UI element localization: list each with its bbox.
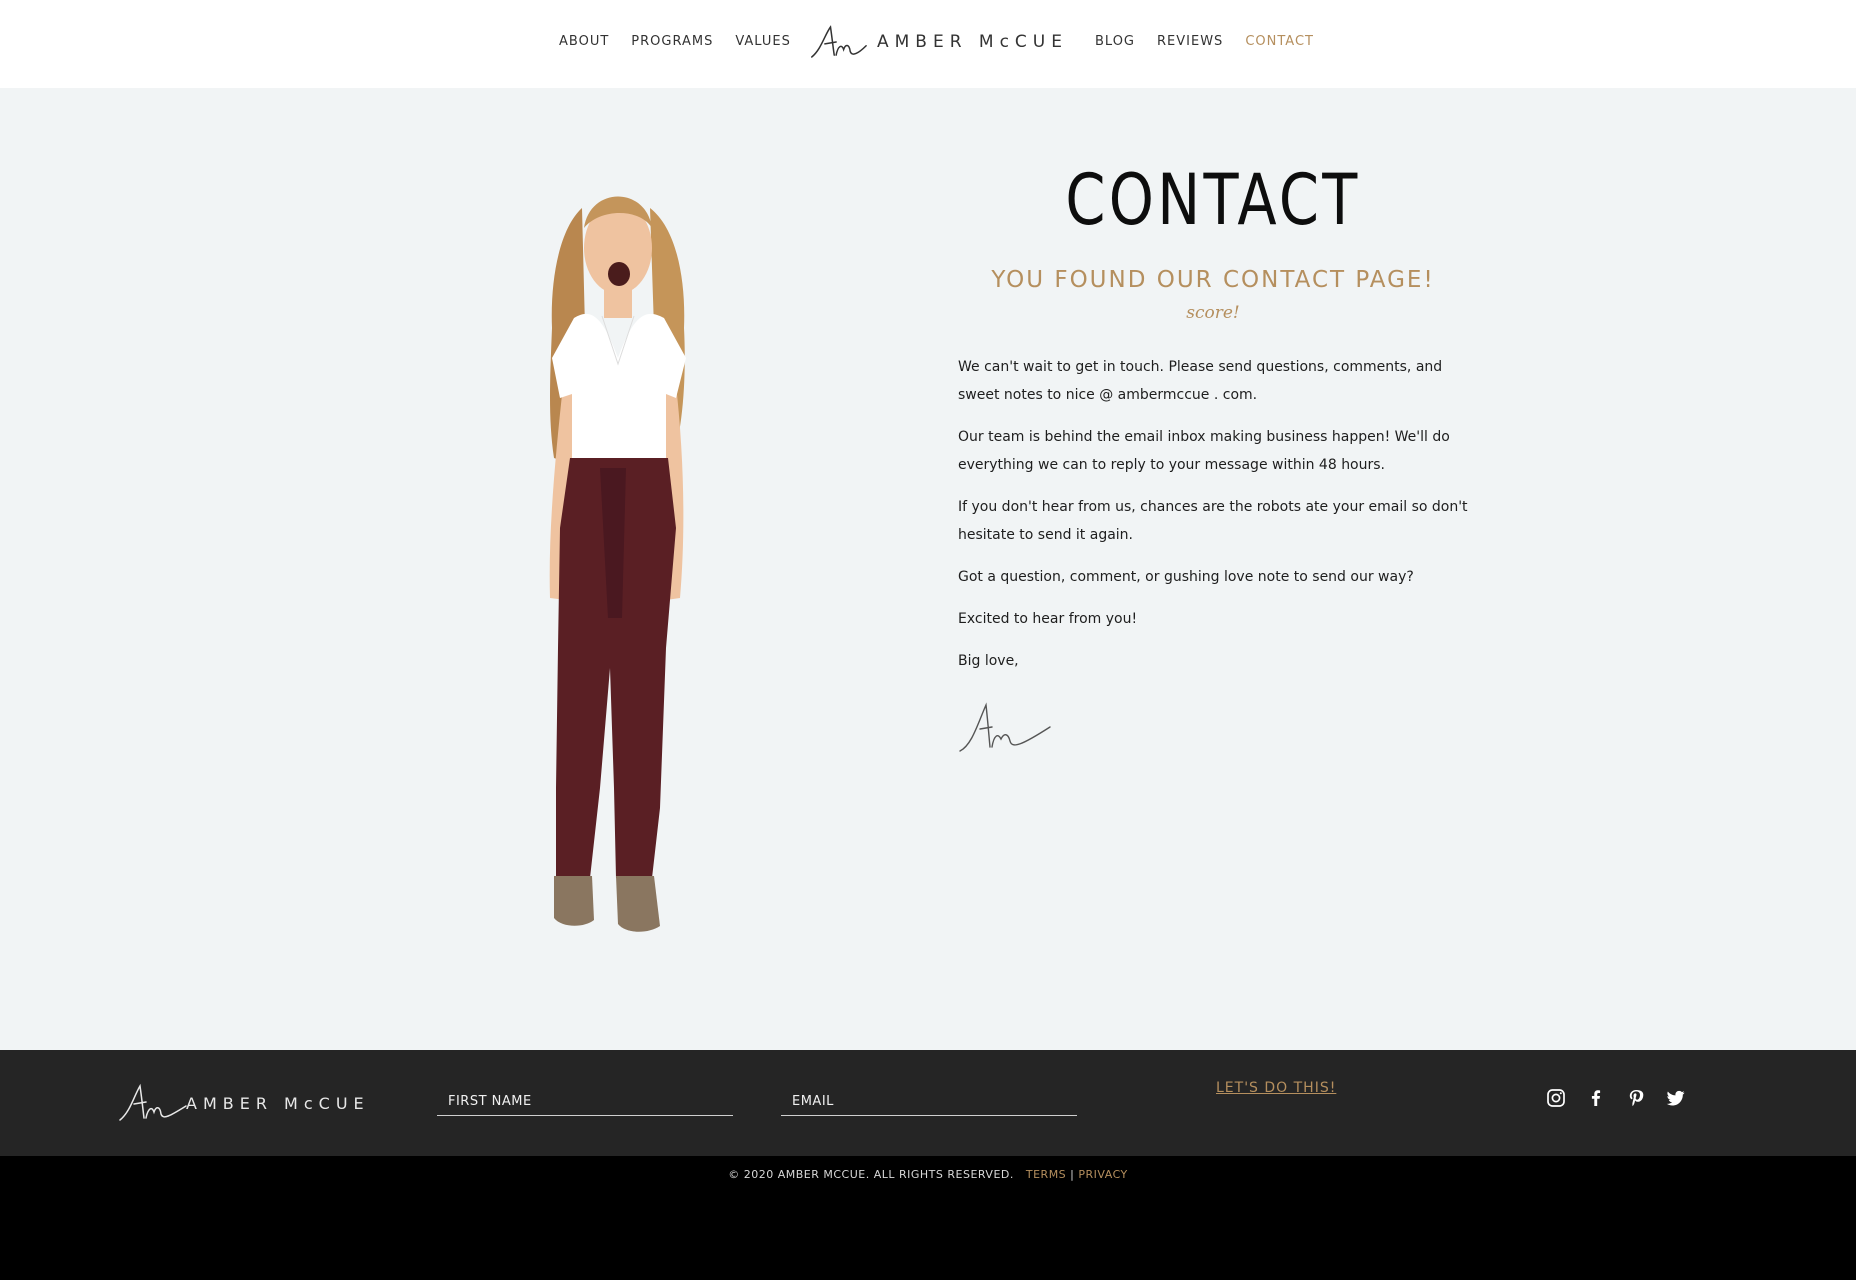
bottom-bar: © 2020 AMBER MCCUE. ALL RIGHTS RESERVED.…	[0, 1156, 1856, 1280]
site-footer: AMBER McCUE LET'S DO THIS!	[0, 1050, 1856, 1156]
am-monogram-icon	[811, 25, 867, 58]
portrait-photo	[549, 196, 686, 932]
site-logo[interactable]: AMBER McCUE	[808, 20, 1068, 64]
instagram-icon[interactable]	[1546, 1088, 1566, 1108]
link-separator: |	[1070, 1168, 1075, 1181]
footer-logo[interactable]: AMBER McCUE	[118, 1082, 370, 1124]
paragraph: Our team is behind the email inbox makin…	[958, 429, 1450, 473]
nav-right: BLOG REVIEWS CONTACT	[1095, 34, 1314, 49]
signature-monogram-icon	[959, 702, 1051, 752]
privacy-link[interactable]: PRIVACY	[1078, 1168, 1127, 1181]
nav-contact[interactable]: CONTACT	[1245, 34, 1314, 49]
pinterest-icon[interactable]	[1626, 1088, 1646, 1108]
page-title: CONTACT	[1065, 159, 1361, 241]
am-monogram-icon	[119, 1083, 187, 1121]
nav-programs[interactable]: PROGRAMS	[631, 34, 713, 49]
paragraph: Excited to hear from you!	[958, 611, 1138, 627]
contact-text: We can't wait to get in touch. Please se…	[958, 353, 1468, 675]
nav-reviews[interactable]: REVIEWS	[1157, 34, 1223, 49]
logo-text: AMBER McCUE	[877, 32, 1068, 52]
first-name-field[interactable]	[437, 1080, 733, 1116]
paragraph: If you don't hear from us, chances are t…	[958, 499, 1468, 543]
nav-left: ABOUT PROGRAMS VALUES	[559, 34, 791, 49]
lets-do-this-button[interactable]: LET'S DO THIS!	[1216, 1080, 1336, 1096]
footer-logo-text: AMBER McCUE	[186, 1093, 370, 1113]
site-header: ABOUT PROGRAMS VALUES AMBER McCUE BLOG R…	[0, 0, 1856, 88]
contact-content: CONTACT YOU FOUND OUR CONTACT PAGE! scor…	[958, 162, 1468, 761]
paragraph: We can't wait to get in touch. Please se…	[958, 359, 1443, 403]
terms-link[interactable]: TERMS	[1026, 1168, 1066, 1181]
nav-about[interactable]: ABOUT	[559, 34, 609, 49]
facebook-icon[interactable]	[1586, 1088, 1606, 1108]
main-section: CONTACT YOU FOUND OUR CONTACT PAGE! scor…	[0, 88, 1856, 1050]
nav-values[interactable]: VALUES	[735, 34, 791, 49]
email-field[interactable]	[781, 1080, 1077, 1116]
copyright-text: © 2020 AMBER MCCUE. ALL RIGHTS RESERVED.	[728, 1168, 1014, 1181]
page-tagline: score!	[1186, 303, 1240, 323]
social-links	[1546, 1088, 1686, 1108]
copyright-line: © 2020 AMBER MCCUE. ALL RIGHTS RESERVED.…	[0, 1168, 1856, 1181]
paragraph: Big love,	[958, 653, 1019, 669]
page-subtitle: YOU FOUND OUR CONTACT PAGE!	[991, 267, 1435, 293]
nav-blog[interactable]: BLOG	[1095, 34, 1135, 49]
twitter-icon[interactable]	[1666, 1088, 1686, 1108]
paragraph: Got a question, comment, or gushing love…	[958, 569, 1414, 585]
